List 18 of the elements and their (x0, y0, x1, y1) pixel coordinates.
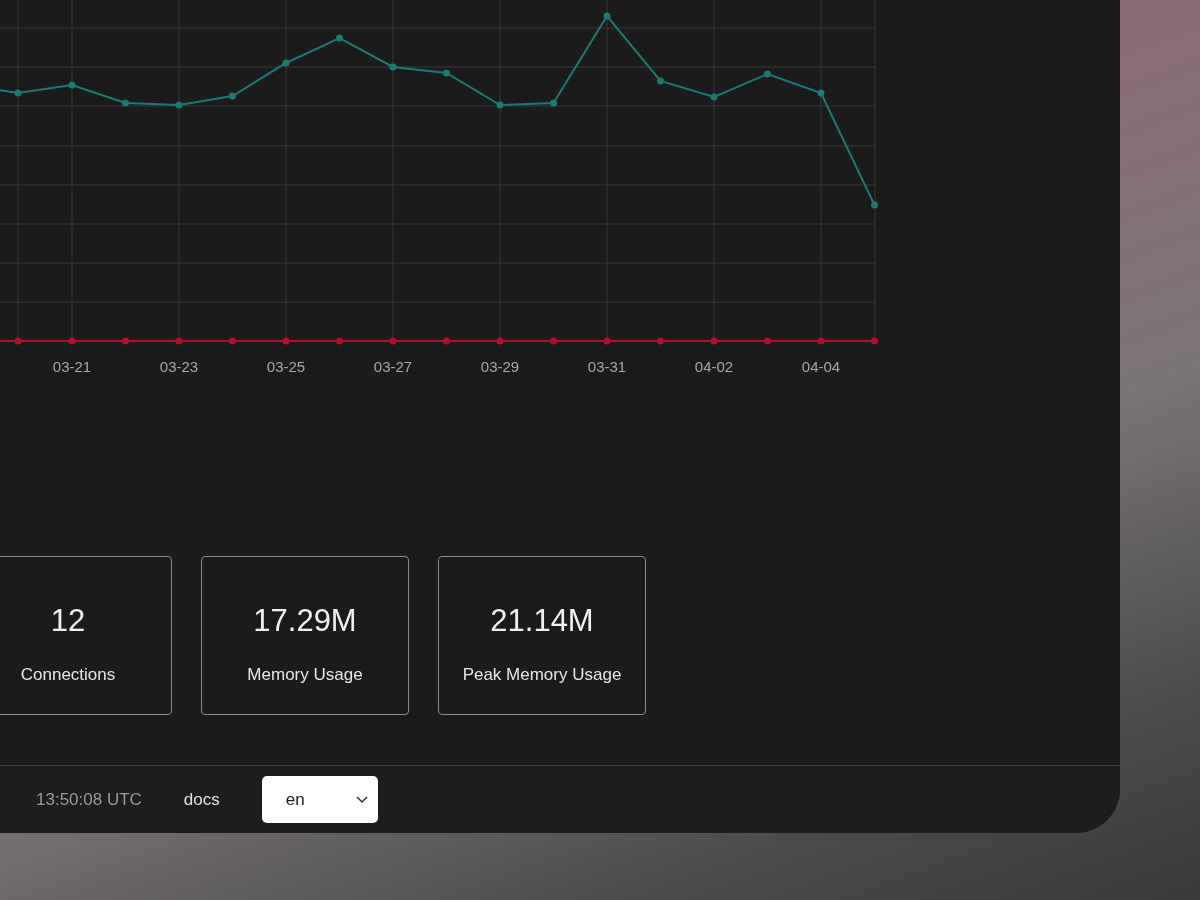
axis-label: 03-21 (52, 358, 92, 375)
stat-value: 21.14M (490, 605, 594, 636)
stat-label: Connections (20, 664, 116, 686)
axis-label: 03-31 (587, 358, 627, 375)
axis-label: 04-02 (694, 358, 734, 375)
axis-label: 04-04 (801, 358, 841, 375)
stat-label: Memory Usage (247, 664, 363, 686)
axis-label: 03-23 (159, 358, 199, 375)
stat-value: 12 (50, 605, 86, 636)
axis-label: 03-29 (480, 358, 520, 375)
language-select[interactable]: en (261, 776, 378, 823)
docs-link[interactable]: docs (183, 786, 220, 813)
stat-label: Peak Memory Usage (462, 664, 622, 686)
chevron-down-icon (355, 795, 368, 804)
axis-label: 03-25 (266, 358, 306, 375)
axis-label: 03-27 (373, 358, 413, 375)
stat-value: 17.29M (253, 605, 357, 636)
time-text: 13:50:08 UTC (36, 788, 142, 811)
